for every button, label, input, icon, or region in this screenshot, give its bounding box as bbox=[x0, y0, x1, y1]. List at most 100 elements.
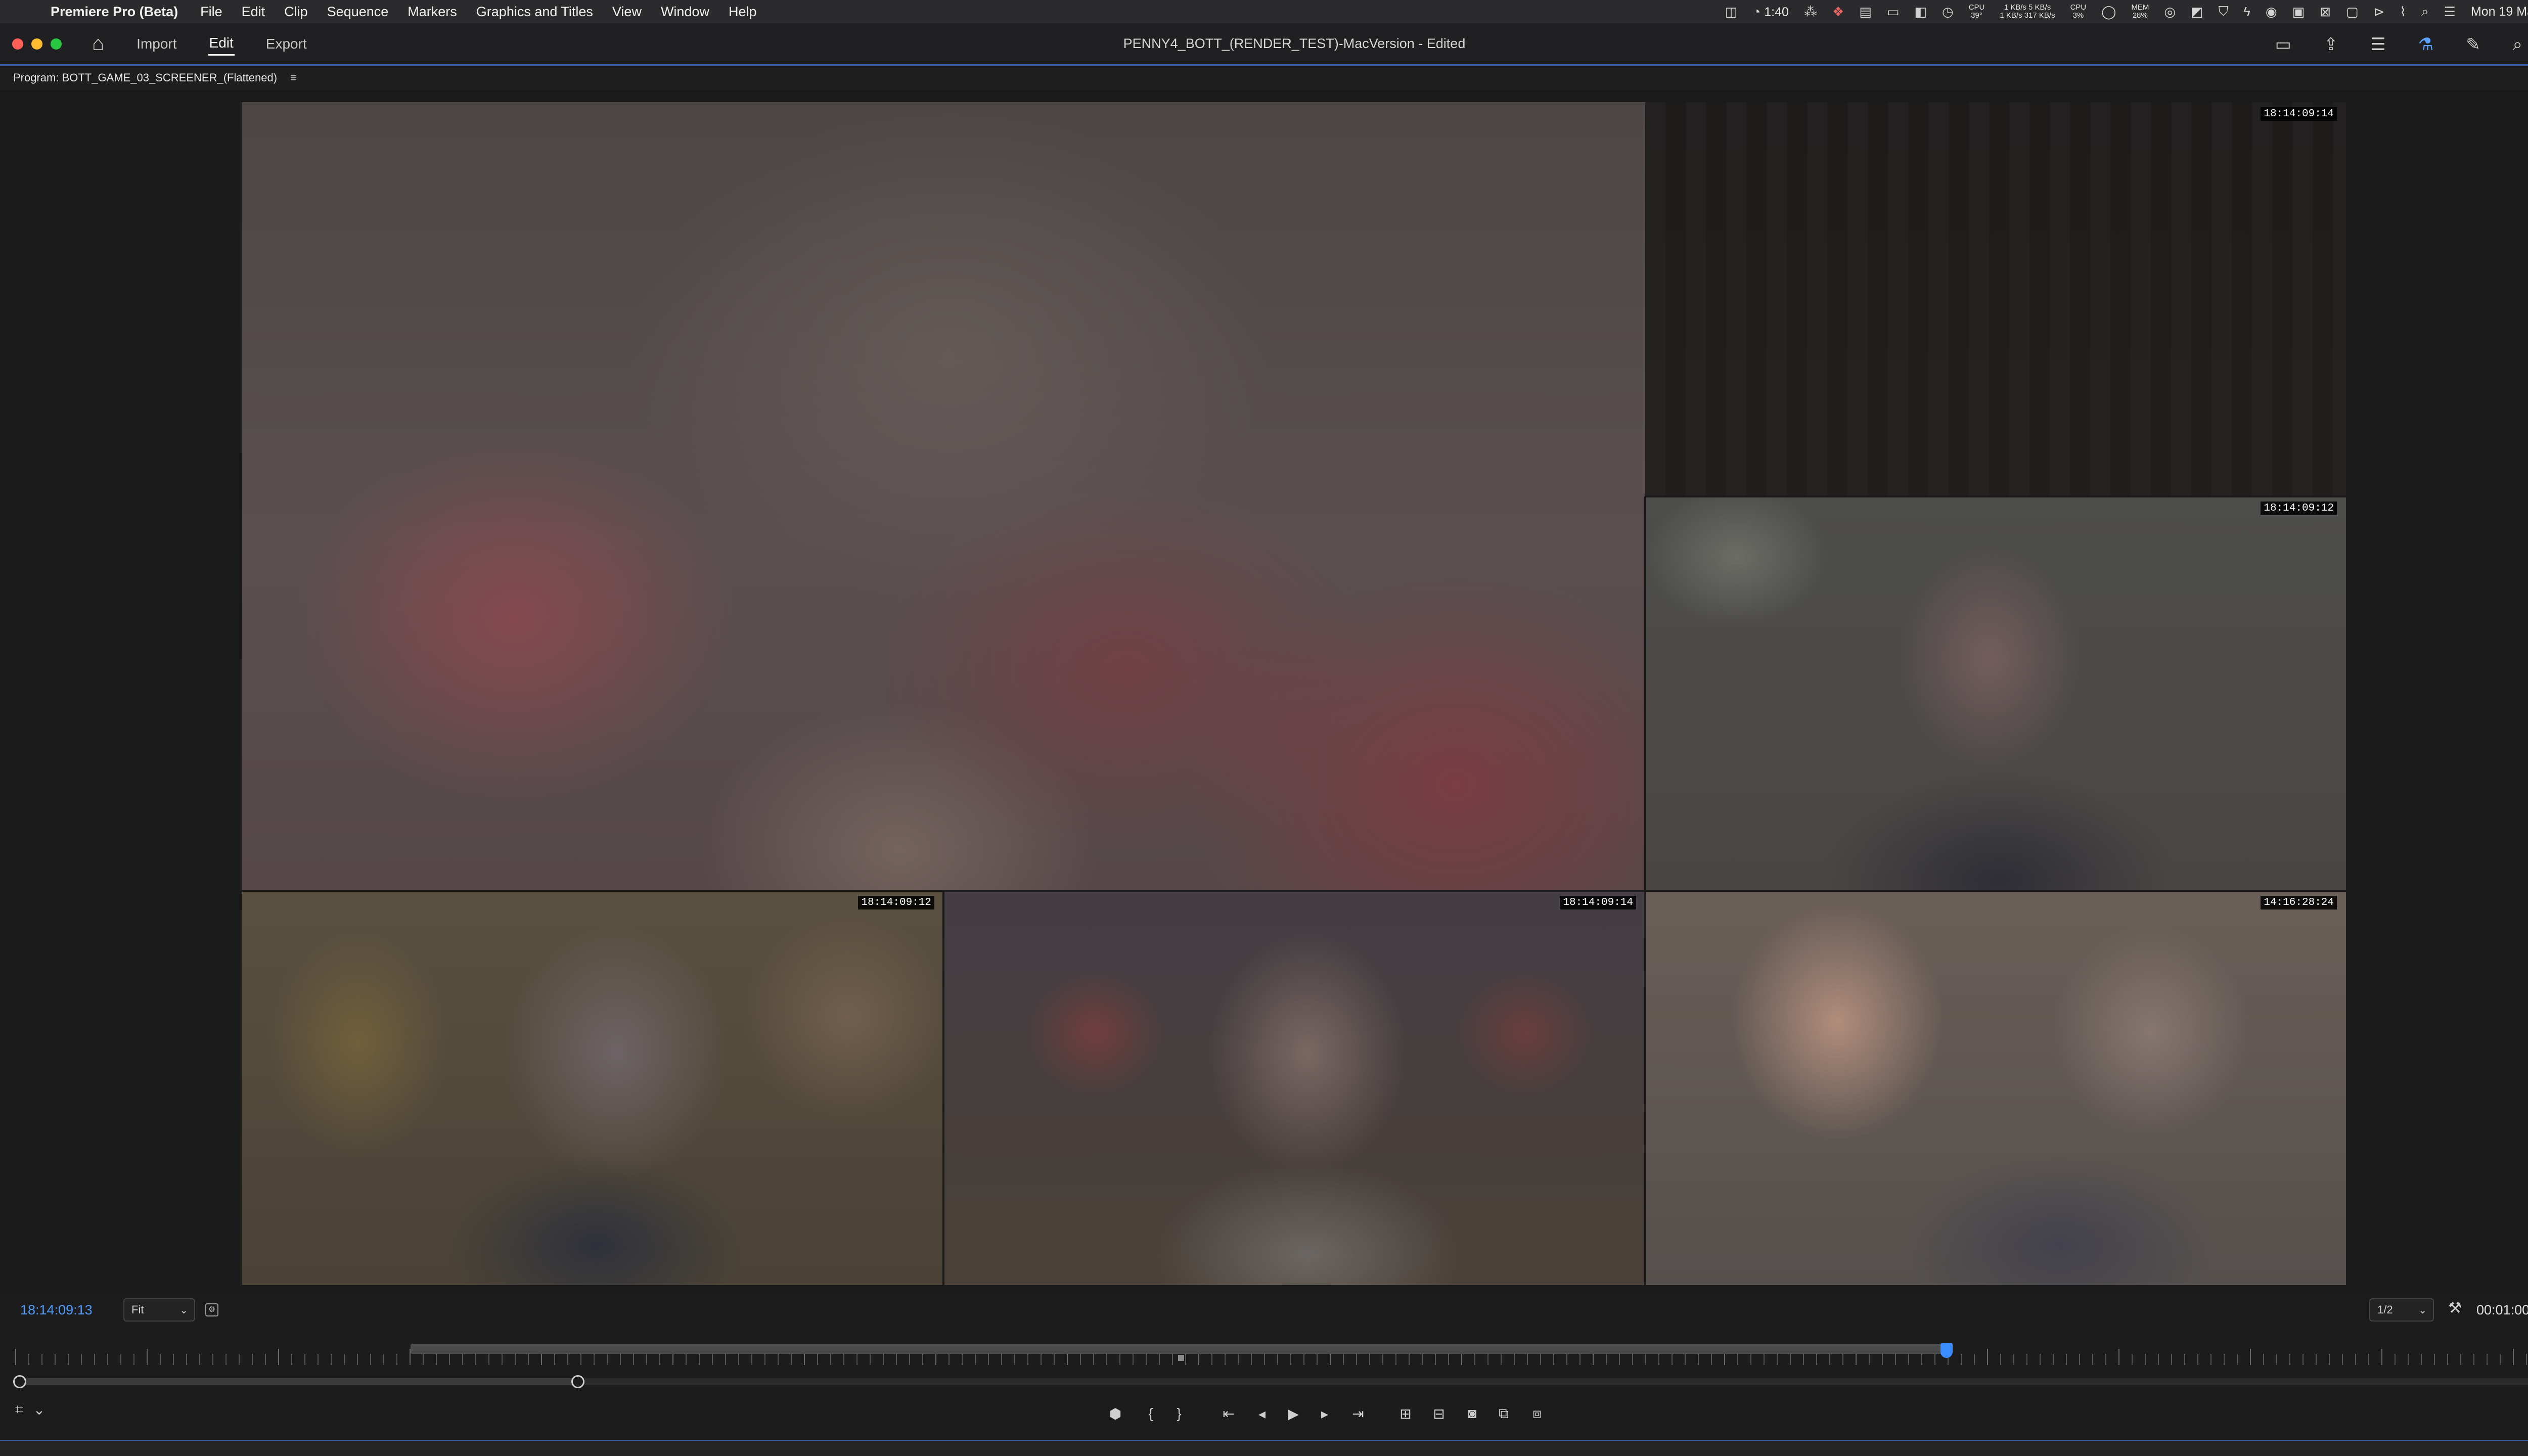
memory-widget[interactable]: MEM 28% bbox=[2131, 4, 2149, 20]
menu-bar-status-area: ◫ ◔ 1:40 ⁂ ❖ ▤ ▭ ◧ ◷ CPU 39° 1 KB/s 5 KB/… bbox=[1725, 0, 2528, 23]
tab-edit[interactable]: Edit bbox=[208, 32, 235, 56]
camera-bottom-left[interactable]: 18:14:09:12 bbox=[242, 891, 943, 1285]
document-title: PENNY4_BOTT_(RENDER_TEST)-MacVersion - E… bbox=[1123, 36, 1466, 51]
camera-top-right[interactable]: 18:14:09:14 bbox=[1645, 102, 2346, 496]
tab-import[interactable]: Import bbox=[136, 33, 177, 55]
overwrite-icon[interactable]: ⊟ bbox=[1429, 1402, 1449, 1425]
dropbox-icon[interactable]: ❖ bbox=[1832, 4, 1844, 20]
marker-icon[interactable] bbox=[1178, 1355, 1184, 1361]
net-up-2: 5 KB/s bbox=[2028, 3, 2051, 12]
menu-sequence[interactable]: Sequence bbox=[327, 4, 389, 20]
camera-bottom-center[interactable]: 18:14:09:14 bbox=[943, 891, 1645, 1285]
target-icon[interactable]: ◉ bbox=[2266, 4, 2277, 20]
menu-help[interactable]: Help bbox=[729, 4, 757, 20]
menu-edit[interactable]: Edit bbox=[242, 4, 265, 20]
net-down-1: 1 KB/s bbox=[2000, 11, 2022, 20]
close-window-button[interactable] bbox=[12, 38, 23, 50]
monitor-settings-icon[interactable]: ⚙ bbox=[205, 1303, 218, 1316]
chevron-down-icon: ⌄ bbox=[2418, 1304, 2427, 1316]
zoom-handle-left[interactable] bbox=[13, 1375, 26, 1388]
menu-window[interactable]: Window bbox=[661, 4, 709, 20]
wrench-icon[interactable]: ⚒ bbox=[2448, 1299, 2462, 1317]
time-ruler[interactable] bbox=[15, 1343, 2528, 1367]
feedback-icon[interactable]: ✎ bbox=[2466, 34, 2480, 55]
step-forward-icon[interactable]: ▸ bbox=[1315, 1402, 1335, 1425]
speedometer-icon[interactable]: ◷ bbox=[1942, 4, 1954, 20]
insert-icon[interactable]: ⊞ bbox=[1395, 1402, 1416, 1425]
vpn-icon[interactable]: ◎ bbox=[2164, 4, 2176, 20]
minimize-window-button[interactable] bbox=[31, 38, 42, 50]
add-marker-icon[interactable]: ⬢ bbox=[1105, 1402, 1125, 1425]
camera-main-angle[interactable] bbox=[242, 102, 1645, 891]
playhead-timecode[interactable]: 18:14:09:13 bbox=[20, 1302, 93, 1318]
document-icon[interactable]: ▤ bbox=[1859, 4, 1872, 20]
go-to-out-icon[interactable]: ⇥ bbox=[1348, 1402, 1368, 1425]
in-out-range[interactable] bbox=[411, 1344, 1942, 1354]
spotlight-search-icon[interactable]: ⌕ bbox=[2421, 4, 2429, 20]
workspaces-menu-icon[interactable]: ☰ bbox=[2370, 34, 2385, 55]
camera-timecode: 18:14:09:14 bbox=[2261, 107, 2337, 121]
go-to-in-icon[interactable]: ⇤ bbox=[1218, 1402, 1239, 1425]
battery-icon[interactable]: ▭ bbox=[1887, 4, 1900, 20]
mark-in-icon[interactable]: { bbox=[1141, 1402, 1161, 1425]
net-down-2: 317 KB/s bbox=[2024, 11, 2055, 20]
camera-middle-right[interactable]: 18:14:09:12 bbox=[1645, 496, 2346, 891]
menu-markers[interactable]: Markers bbox=[408, 4, 457, 20]
menu-file[interactable]: File bbox=[200, 4, 222, 20]
tab-export[interactable]: Export bbox=[265, 33, 308, 55]
shortcuts-icon[interactable]: ⁂ bbox=[1804, 4, 1817, 20]
grid-divider bbox=[242, 890, 2346, 892]
grid-divider bbox=[1644, 496, 1646, 1285]
zoom-window-button[interactable] bbox=[51, 38, 62, 50]
menu-app-name[interactable]: Premiere Pro (Beta) bbox=[51, 4, 178, 20]
home-icon[interactable]: ⌂ bbox=[92, 32, 104, 55]
panel-menu-icon[interactable]: ≡ bbox=[290, 71, 297, 84]
mark-out-icon[interactable]: } bbox=[1169, 1402, 1189, 1425]
cpu-temp-widget[interactable]: CPU 39° bbox=[1969, 4, 1985, 20]
timer-status[interactable]: ◔ 1:40 bbox=[1752, 4, 1789, 20]
play-icon[interactable]: ▶ bbox=[1283, 1402, 1303, 1425]
transport-controls: ⬢ { } ⇤ ◂ ▶ ▸ ⇥ ⊞ ⊟ ◙ ⧉ ⧈ bbox=[0, 1399, 2528, 1428]
zoom-scrollbar[interactable] bbox=[13, 1375, 2528, 1388]
timer-icon: ◔ bbox=[1752, 4, 1765, 19]
workspace-panel-icon[interactable]: ▭ bbox=[2275, 34, 2291, 55]
play-circle-icon[interactable]: ⊳ bbox=[2374, 4, 2385, 20]
grid-icon[interactable]: ⊠ bbox=[2320, 4, 2331, 20]
zoom-level-value: Fit bbox=[131, 1303, 144, 1316]
playhead-handle[interactable] bbox=[1940, 1343, 1953, 1358]
screen-capture-icon[interactable]: ◩ bbox=[2191, 4, 2203, 20]
bolt-icon[interactable]: ϟ bbox=[2243, 4, 2250, 20]
zoom-handle-right[interactable] bbox=[571, 1375, 584, 1388]
camera-timecode: 18:14:09:14 bbox=[1560, 896, 1636, 909]
window-icon[interactable]: ▣ bbox=[2292, 4, 2305, 20]
step-back-icon[interactable]: ◂ bbox=[1252, 1402, 1272, 1425]
cpu-usage-widget[interactable]: CPU 3% bbox=[2070, 4, 2087, 20]
display-icon[interactable]: ◧ bbox=[1914, 4, 1927, 20]
chat-icon[interactable]: ▢ bbox=[2346, 4, 2359, 20]
menu-bar-clock[interactable]: Mon 19 May 13:49 bbox=[2471, 5, 2528, 19]
zoom-scrollbar-thumb[interactable] bbox=[15, 1378, 578, 1385]
beta-flask-icon[interactable]: ⚗ bbox=[2418, 34, 2433, 55]
video-frame[interactable]: 18:14:09:14 18:14:09:12 18:14:09:12 18:1… bbox=[242, 102, 2346, 1285]
shield-icon[interactable]: ⛉ bbox=[2219, 4, 2229, 20]
zoom-level-select[interactable]: Fit ⌄ bbox=[123, 1298, 195, 1322]
wifi-off-icon[interactable]: ⌇ bbox=[2400, 4, 2406, 20]
program-monitor-title[interactable]: Program: BOTT_GAME_03_SCREENER_(Flattene… bbox=[13, 71, 277, 84]
menu-graphics-and-titles[interactable]: Graphics and Titles bbox=[476, 4, 593, 20]
copilot-icon[interactable]: ◫ bbox=[1725, 4, 1738, 20]
quick-export-icon[interactable]: ⇪ bbox=[2324, 34, 2338, 55]
cpu-usage-label: CPU bbox=[2070, 3, 2087, 12]
menu-clip[interactable]: Clip bbox=[284, 4, 308, 20]
duration-timecode: 00:01:00:01 bbox=[2476, 1302, 2528, 1317]
control-center-icon[interactable]: ☰ bbox=[2444, 4, 2456, 20]
search-help-icon[interactable]: ⌕ bbox=[2513, 35, 2522, 55]
playback-resolution-select[interactable]: 1/2 ⌄ bbox=[2369, 1298, 2434, 1322]
camera-bottom-right[interactable]: 14:16:28:24 bbox=[1645, 891, 2346, 1285]
export-frame-icon[interactable]: ◙ bbox=[1462, 1402, 1482, 1425]
comparison-view-icon[interactable]: ⧈ bbox=[1527, 1402, 1547, 1425]
toggle-multicam-icon[interactable]: ⧉ bbox=[1494, 1402, 1514, 1425]
menu-view[interactable]: View bbox=[612, 4, 642, 20]
network-widget[interactable]: 1 KB/s 5 KB/s 1 KB/s 317 KB/s bbox=[2000, 4, 2055, 20]
gauge-icon[interactable]: ◯ bbox=[2101, 4, 2116, 20]
camera-timecode: 18:14:09:12 bbox=[2261, 502, 2337, 515]
